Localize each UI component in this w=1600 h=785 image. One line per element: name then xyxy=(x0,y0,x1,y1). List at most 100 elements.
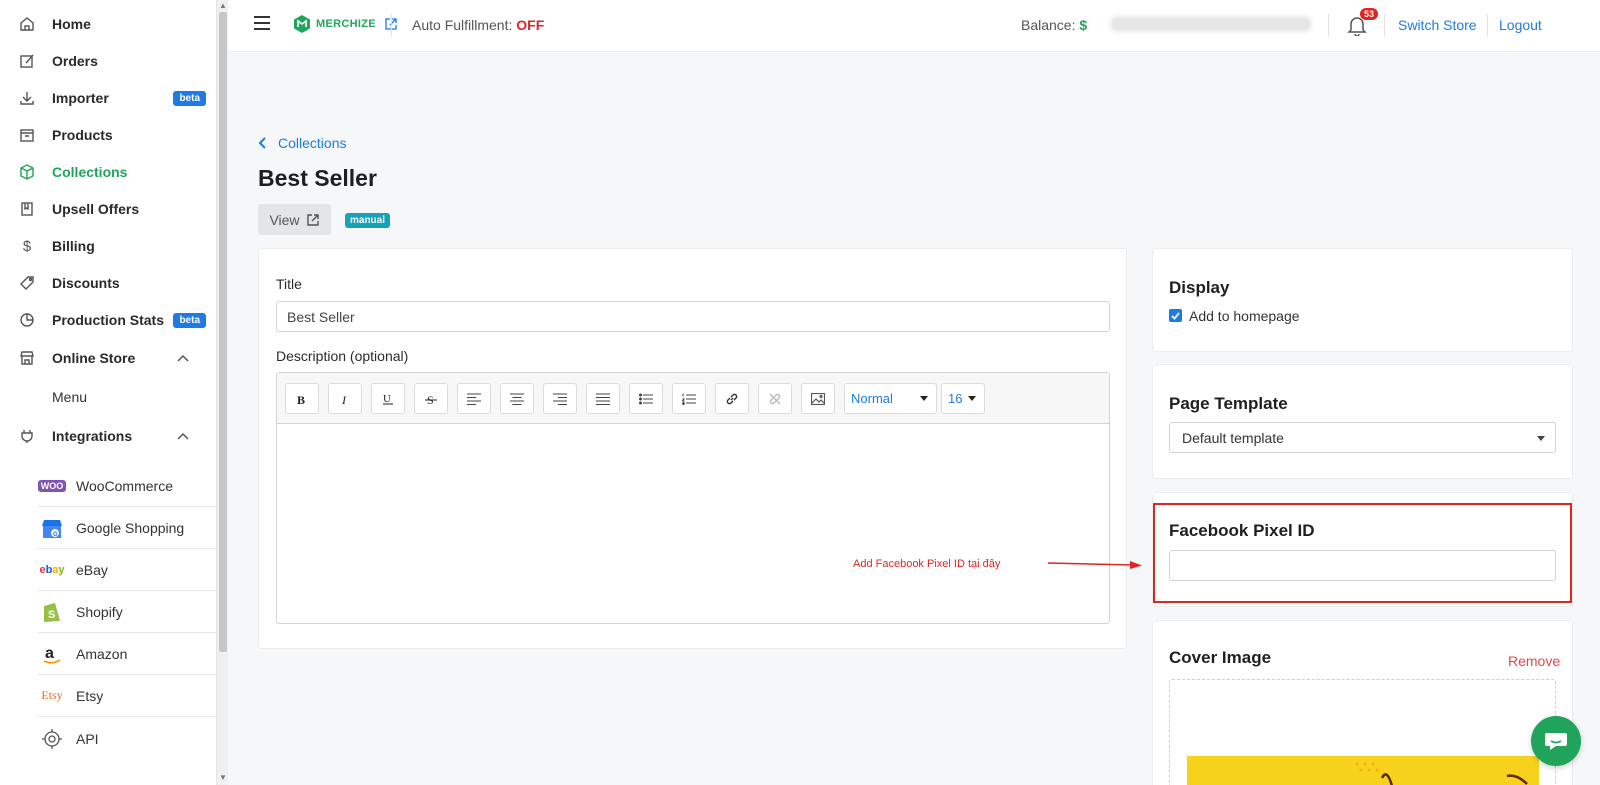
strikethrough-icon: S xyxy=(425,393,437,405)
auto-fulfillment-value: OFF xyxy=(516,17,545,33)
balance: Balance: $ xyxy=(1021,17,1087,33)
svg-text:S: S xyxy=(427,393,434,405)
cover-image-art xyxy=(1355,762,1528,785)
description-editor[interactable]: B I U S Normal 16 xyxy=(276,372,1110,624)
numbered-list-icon xyxy=(682,393,696,405)
auto-fulfillment-status: Auto Fulfillment: OFF xyxy=(412,17,544,33)
bold-icon: B xyxy=(297,393,305,405)
page-template-select[interactable]: Default template xyxy=(1169,422,1556,453)
font-size-select-value: 16 xyxy=(948,391,963,406)
external-link-icon xyxy=(306,213,319,226)
view-button[interactable]: View xyxy=(258,204,331,235)
divider xyxy=(391,14,392,36)
image-button[interactable] xyxy=(801,383,835,414)
chevron-up-icon[interactable] xyxy=(176,351,190,365)
font-size-select[interactable]: 16 xyxy=(941,383,985,414)
sidebar-item-orders[interactable]: Orders xyxy=(0,43,216,79)
scroll-up-arrow-icon[interactable]: ▲ xyxy=(219,1,227,10)
cube-icon xyxy=(18,163,36,181)
switch-store-link[interactable]: Switch Store xyxy=(1398,17,1477,33)
integration-google-shopping[interactable]: G Google Shopping xyxy=(38,507,216,549)
sidebar-item-label: Products xyxy=(52,127,113,143)
numbered-list-button[interactable] xyxy=(672,383,706,414)
plug-icon xyxy=(18,427,36,445)
collection-type-badge: manual xyxy=(345,213,391,228)
brand-logo[interactable]: MERCHIZE xyxy=(292,14,398,34)
notification-count-badge: 53 xyxy=(1360,8,1379,20)
add-to-homepage-checkbox[interactable] xyxy=(1169,309,1182,322)
annotation-arrow-icon xyxy=(1048,561,1142,569)
divider xyxy=(1487,14,1488,36)
sidebar-item-discounts[interactable]: Discounts xyxy=(0,265,216,301)
display-title: Display xyxy=(1169,278,1230,297)
bullet-list-button[interactable] xyxy=(629,383,663,414)
download-icon xyxy=(18,89,36,107)
integration-api[interactable]: API xyxy=(38,718,216,760)
integration-ebay[interactable]: ebay eBay xyxy=(38,549,216,591)
integration-label: API xyxy=(76,731,99,747)
breadcrumb[interactable]: Collections xyxy=(258,135,346,151)
page-template-title: Page Template xyxy=(1169,394,1288,413)
sidebar-item-collections[interactable]: Collections xyxy=(0,154,216,190)
integration-etsy[interactable]: Etsy Etsy xyxy=(38,675,216,717)
unlink-button[interactable] xyxy=(758,383,792,414)
logout-link[interactable]: Logout xyxy=(1499,17,1542,33)
pie-chart-icon xyxy=(18,311,36,329)
sidebar-item-label: Online Store xyxy=(52,350,136,366)
scroll-thumb[interactable] xyxy=(219,12,227,652)
highlight-box xyxy=(1153,503,1572,603)
sidebar-item-integrations[interactable]: Integrations xyxy=(0,418,216,454)
brand-name: MERCHIZE xyxy=(316,18,376,30)
chevron-left-icon xyxy=(258,137,266,149)
underline-button[interactable]: U xyxy=(371,383,405,414)
sidebar-item-label: Production Stats xyxy=(52,312,165,328)
caret-down-icon xyxy=(920,396,928,401)
editor-toolbar: B I U S Normal 16 xyxy=(277,373,1109,424)
align-justify-icon xyxy=(596,393,610,405)
hamburger-menu-icon[interactable] xyxy=(254,16,270,30)
sidebar: Home Orders Importer beta Products Colle… xyxy=(0,0,220,785)
strikethrough-button[interactable]: S xyxy=(414,383,448,414)
sidebar-item-billing[interactable]: $ Billing xyxy=(0,228,216,264)
align-justify-button[interactable] xyxy=(586,383,620,414)
link-icon xyxy=(726,393,738,404)
dollar-icon: $ xyxy=(22,237,32,255)
integration-amazon[interactable]: a Amazon xyxy=(38,633,216,675)
align-left-button[interactable] xyxy=(457,383,491,414)
chat-button[interactable] xyxy=(1531,716,1581,766)
breadcrumb-collections[interactable]: Collections xyxy=(278,135,346,151)
api-gear-icon xyxy=(38,727,66,751)
heading-select-value: Normal xyxy=(851,391,893,406)
check-icon xyxy=(1171,311,1180,320)
ebay-logo-icon: ebay xyxy=(39,563,65,576)
align-right-button[interactable] xyxy=(543,383,577,414)
bold-button[interactable]: B xyxy=(285,383,319,414)
integration-woocommerce[interactable]: WOO WooCommerce xyxy=(37,465,216,507)
link-button[interactable] xyxy=(715,383,749,414)
sidebar-item-importer[interactable]: Importer beta xyxy=(0,80,216,116)
integration-label: Google Shopping xyxy=(76,519,185,536)
align-center-button[interactable] xyxy=(500,383,534,414)
sidebar-item-products[interactable]: Products xyxy=(0,117,216,153)
balance-label: Balance: xyxy=(1021,17,1076,33)
sidebar-item-online-store[interactable]: Online Store xyxy=(0,340,216,376)
integration-shopify[interactable]: S Shopify xyxy=(38,591,216,633)
title-label: Title xyxy=(276,276,302,292)
heading-select[interactable]: Normal xyxy=(844,383,937,414)
sidebar-item-production-stats[interactable]: Production Stats beta xyxy=(0,302,216,338)
title-input[interactable] xyxy=(276,301,1110,332)
amazon-logo-icon: a xyxy=(38,642,66,666)
sidebar-item-label: Discounts xyxy=(52,275,120,291)
remove-cover-link[interactable]: Remove xyxy=(1508,653,1560,669)
sidebar-scrollbar[interactable]: ▲ ▼ xyxy=(216,0,228,785)
italic-button[interactable]: I xyxy=(328,383,362,414)
caret-down-icon xyxy=(968,396,976,401)
sidebar-item-label: Home xyxy=(52,16,91,32)
edit-icon xyxy=(18,52,36,70)
unlink-icon xyxy=(769,393,781,404)
chevron-up-icon[interactable] xyxy=(176,429,190,443)
sidebar-item-upsell-offers[interactable]: Upsell Offers xyxy=(0,191,216,227)
scroll-down-arrow-icon[interactable]: ▼ xyxy=(219,773,227,782)
sidebar-item-home[interactable]: Home xyxy=(0,6,216,42)
sidebar-item-menu[interactable]: Menu xyxy=(0,379,216,415)
